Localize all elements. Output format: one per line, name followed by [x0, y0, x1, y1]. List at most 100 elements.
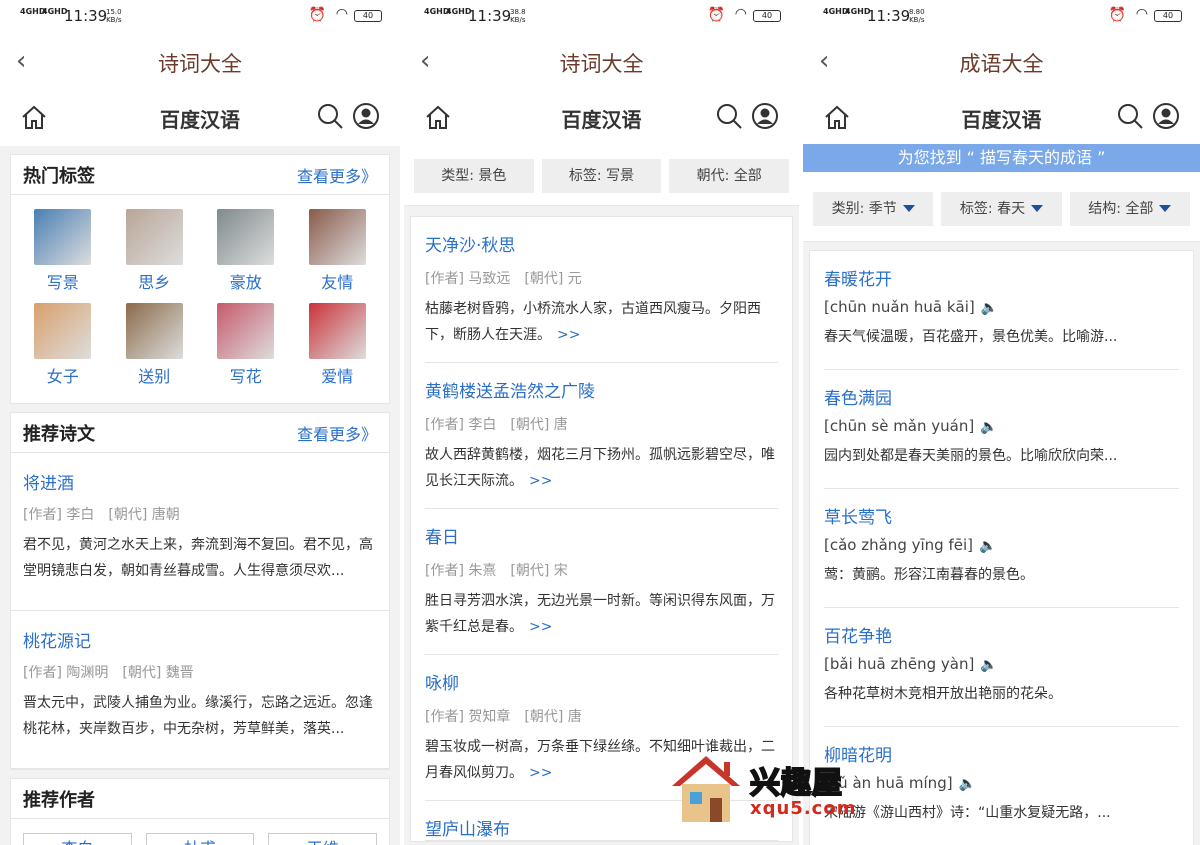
speaker-icon[interactable]: 🔈: [959, 776, 976, 792]
poem-title[interactable]: 咏柳: [425, 669, 778, 694]
user-icon[interactable]: [751, 102, 779, 130]
more-link[interactable]: 查看更多》: [297, 163, 377, 187]
poem-excerpt: 晋太元中，武陵人捕鱼为业。缘溪行，忘路之远近。忽逢桃花林，夹岸数百步，中无杂树，…: [23, 695, 373, 737]
idiom-item[interactable]: 春色满园 [chūn sè mǎn yuán] 🔈 园内到处都是春天美丽的景色。比喻欣…: [824, 370, 1179, 489]
read-more-link[interactable]: >>: [529, 765, 552, 781]
idiom-definition: 各种花草树木竞相开放出艳丽的花朵。: [824, 686, 1062, 702]
poem-title[interactable]: 桃花源记: [23, 627, 377, 652]
filter-dropdown[interactable]: 标签: 春天: [941, 191, 1062, 226]
tag-thumbnail: [217, 209, 275, 265]
poem-meta: [作者] 陶渊明 [朝代] 魏晋: [23, 662, 377, 682]
tag-item[interactable]: 爱情: [292, 303, 384, 387]
poem-item[interactable]: 天净沙·秋思 [作者] 马致远 [朝代] 元枯藤老树昏鸦，小桥流水人家，古道西风瘦马…: [425, 217, 778, 363]
search-icon[interactable]: [316, 102, 344, 130]
speaker-icon[interactable]: 🔈: [979, 538, 996, 554]
tag-thumbnail: [217, 303, 275, 359]
idiom-item[interactable]: 草长莺飞 [cǎo zhǎng yīng fēi] 🔈 莺：黄鹂。形容江南暮春的景色。: [824, 489, 1179, 608]
filter-dropdown[interactable]: 结构: 全部: [1069, 191, 1190, 226]
speaker-icon[interactable]: 🔈: [980, 419, 997, 435]
tag-item[interactable]: 写景: [17, 209, 109, 293]
poem-title[interactable]: 黄鹤楼送孟浩然之广陵: [425, 377, 778, 402]
tag-item[interactable]: 豪放: [200, 209, 292, 293]
page-title: 诗词大全: [559, 52, 644, 76]
poem-title[interactable]: 将进酒: [23, 469, 377, 494]
hot-tags-header: 热门标签 查看更多》: [11, 155, 389, 195]
recommend-poems-card: 推荐诗文 查看更多》 将进酒 [作者] 李白 [朝代] 唐朝 君不见，黄河之水天上来，…: [10, 412, 390, 770]
idiom-item[interactable]: 春暖花开 [chūn nuǎn huā kāi] 🔈 春天气候温暖，百花盛开，景色优美…: [824, 251, 1179, 370]
idiom-pinyin: [liǔ àn huā míng] 🔈: [824, 774, 1179, 792]
author-button[interactable]: 李白: [23, 833, 132, 845]
net-speed: 15.0 KB/s: [106, 8, 122, 24]
search-icon[interactable]: [1116, 102, 1144, 130]
poem-author: [作者] 李白: [23, 507, 95, 523]
tag-item[interactable]: 送别: [109, 303, 201, 387]
poem-meta: [作者] 贺知章 [朝代] 唐: [425, 706, 778, 726]
battery-icon: 40: [354, 10, 382, 22]
user-icon[interactable]: [352, 102, 380, 130]
screen-poetry-home: 4GHD 4GHD 11:39 15.0 KB/s ⏰ ◠ 40 ‹ 诗词大全 百…: [0, 0, 400, 845]
poem-title[interactable]: 春日: [425, 523, 778, 548]
filter-chip[interactable]: 类型: 景色: [414, 158, 534, 193]
idiom-title[interactable]: 草长莺飞: [824, 503, 1179, 528]
poem-item[interactable]: 春日 [作者] 朱熹 [朝代] 宋胜日寻芳泗水滨，无边光景一时新。等闲识得东风面，万…: [425, 509, 778, 655]
idiom-title[interactable]: 百花争艳: [824, 622, 1179, 647]
poem-dynasty: [朝代] 魏晋: [122, 665, 194, 681]
poem-meta: [作者] 李白 [朝代] 唐朝: [23, 504, 377, 524]
screen-poetry-list: 4GHD 4GHD 11:39 38.8 KB/s ⏰ ◠ 40 ‹ 诗词大全 百…: [404, 0, 799, 845]
filter-dropdown[interactable]: 类别: 季节: [813, 191, 934, 226]
idiom-pinyin: [cǎo zhǎng yīng fēi] 🔈: [824, 536, 1179, 554]
filter-bar: 类别: 季节 标签: 春天 结构: 全部: [803, 176, 1200, 242]
pinyin-text: [bǎi huā zhēng yàn]: [824, 655, 975, 673]
tag-item[interactable]: 思乡: [109, 209, 201, 293]
poem-item[interactable]: 桃花源记 [作者] 陶渊明 [朝代] 魏晋晋太元中，武陵人捕鱼为业。缘溪行，忘路之远…: [11, 611, 389, 769]
idiom-title[interactable]: 柳暗花明: [824, 741, 1179, 766]
user-icon[interactable]: [1152, 102, 1180, 130]
idiom-item[interactable]: 柳暗花明 [liǔ àn huā míng] 🔈 宋陆游《游山西村》诗：“山重水复疑无…: [824, 727, 1179, 845]
read-more-link[interactable]: >>: [529, 619, 552, 635]
filter-bar: 类型: 景色 标签: 写景 朝代: 全部: [404, 146, 799, 206]
read-more-link[interactable]: >>: [529, 473, 552, 489]
app-bar: 百度汉语 为您找到 “ 描写春天的成语 ”: [803, 90, 1200, 176]
search-icon[interactable]: [715, 102, 743, 130]
poem-dynasty: [朝代] 唐: [510, 417, 568, 433]
speaker-icon[interactable]: 🔈: [980, 657, 997, 673]
alarm-icon: ⏰: [707, 7, 725, 23]
alarm-icon: ⏰: [308, 7, 326, 23]
poem-text: 故人西辞黄鹤楼，烟花三月下扬州。孤帆远影碧空尽，唯见长江天际流。: [425, 447, 775, 489]
poem-dynasty: [朝代] 宋: [510, 563, 568, 579]
recommend-authors-card: 推荐作者 李白 杜甫 王维: [10, 778, 390, 845]
filter-chip[interactable]: 朝代: 全部: [669, 158, 790, 193]
read-more-link[interactable]: >>: [557, 327, 580, 343]
idiom-title[interactable]: 春暖花开: [824, 265, 1179, 290]
poem-meta: [作者] 马致远 [朝代] 元: [425, 268, 778, 288]
poem-dynasty: [朝代] 唐朝: [108, 507, 180, 523]
idiom-item[interactable]: 百花争艳 [bǎi huā zhēng yàn] 🔈 各种花草树木竞相开放出艳丽的花朵…: [824, 608, 1179, 727]
status-bar: 4GHD 4GHD 11:39 8.80 KB/s ⏰ ◠ 40: [803, 0, 1200, 32]
tag-label: 送别: [138, 367, 171, 386]
battery-icon: 40: [753, 10, 781, 22]
filter-chip[interactable]: 标签: 写景: [541, 158, 662, 193]
idiom-pinyin: [bǎi huā zhēng yàn] 🔈: [824, 655, 1179, 673]
poem-text: 枯藤老树昏鸦，小桥流水人家，古道西风瘦马。夕阳西下，断肠人在天涯。: [425, 301, 761, 343]
filter-label: 类别: 季节: [831, 200, 897, 217]
poem-title[interactable]: 天净沙·秋思: [425, 231, 778, 256]
hot-tags-card: 热门标签 查看更多》 写景 思乡 豪放 友情女子 送别 写花 爱情: [10, 154, 390, 404]
poem-item[interactable]: 黄鹤楼送孟浩然之广陵 [作者] 李白 [朝代] 唐故人西辞黄鹤楼，烟花三月下扬州。孤…: [425, 363, 778, 509]
more-link[interactable]: 查看更多》: [297, 421, 377, 445]
idiom-pinyin: [chūn sè mǎn yuán] 🔈: [824, 417, 1179, 435]
idiom-pinyin: [chūn nuǎn huā kāi] 🔈: [824, 298, 1179, 316]
title-bar: ‹ 诗词大全: [0, 32, 400, 90]
idiom-definition: 春天气候温暖，百花盛开，景色优美。比喻游...: [824, 329, 1118, 345]
poem-dynasty: [朝代] 元: [524, 271, 582, 287]
wifi-icon: ◠: [734, 6, 747, 22]
author-button[interactable]: 王维: [268, 833, 378, 845]
speaker-icon[interactable]: 🔈: [981, 300, 998, 316]
search-result-banner: 为您找到 “ 描写春天的成语 ”: [803, 144, 1200, 172]
watermark-name: 兴趣屋: [749, 765, 843, 802]
tag-item[interactable]: 友情: [292, 209, 384, 293]
tag-item[interactable]: 写花: [200, 303, 292, 387]
idiom-title[interactable]: 春色满园: [824, 384, 1179, 409]
tag-item[interactable]: 女子: [17, 303, 109, 387]
author-button[interactable]: 杜甫: [145, 833, 255, 845]
poem-item[interactable]: 将进酒 [作者] 李白 [朝代] 唐朝 君不见，黄河之水天上来，奔流到海不复回。君不见…: [11, 453, 389, 611]
